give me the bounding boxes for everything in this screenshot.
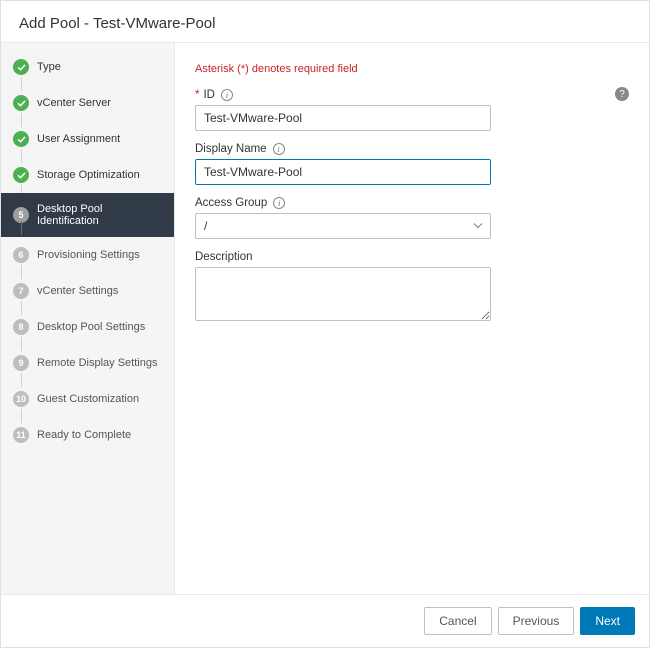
step-label: Desktop Pool Settings (37, 321, 145, 333)
wizard-step[interactable]: Type (1, 49, 174, 85)
step-number-icon: 6 (13, 247, 29, 263)
access-group-label-row: Access Group i (195, 197, 629, 209)
cancel-button[interactable]: Cancel (424, 607, 491, 635)
step-number-icon: 7 (13, 283, 29, 299)
step-label: vCenter Settings (37, 285, 118, 297)
required-asterisk: * (195, 89, 199, 101)
dialog-header: Add Pool - Test-VMware-Pool (1, 1, 649, 43)
wizard-step[interactable]: User Assignment (1, 121, 174, 157)
info-icon[interactable]: i (273, 197, 285, 209)
wizard-step[interactable]: vCenter Server (1, 85, 174, 121)
step-label: Guest Customization (37, 393, 139, 405)
step-connector (21, 221, 22, 235)
wizard-step[interactable]: 7 vCenter Settings (1, 273, 174, 309)
step-number-icon: 9 (13, 355, 29, 371)
field-description: Description (195, 251, 629, 324)
step-label: Desktop Pool Identification (37, 203, 162, 227)
wizard-step[interactable]: 11 Ready to Complete (1, 417, 174, 453)
step-label: Provisioning Settings (37, 249, 140, 261)
description-textarea[interactable] (195, 267, 491, 321)
access-group-select[interactable]: / (195, 213, 491, 239)
step-number-icon: 8 (13, 319, 29, 335)
id-label-row: * ID i (195, 89, 629, 101)
display-name-input[interactable] (195, 159, 491, 185)
field-id: * ID i (195, 89, 629, 131)
step-label: Remote Display Settings (37, 357, 157, 369)
dialog-footer: Cancel Previous Next (1, 594, 649, 647)
wizard-step[interactable]: 10 Guest Customization (1, 381, 174, 417)
display-name-label-row: Display Name i (195, 143, 629, 155)
check-icon (13, 59, 29, 75)
id-label: ID (203, 89, 215, 101)
help-icon[interactable]: ? (615, 87, 629, 101)
step-number-icon: 10 (13, 391, 29, 407)
step-label: Type (37, 61, 61, 73)
step-label: Ready to Complete (37, 429, 131, 441)
access-group-select-wrap: / (195, 213, 491, 239)
access-group-label: Access Group (195, 197, 267, 209)
description-label: Description (195, 251, 253, 263)
id-input[interactable] (195, 105, 491, 131)
field-access-group: Access Group i / (195, 197, 629, 239)
wizard-step[interactable]: Storage Optimization (1, 157, 174, 193)
dialog-title: Add Pool - Test-VMware-Pool (19, 15, 215, 32)
step-label: Storage Optimization (37, 169, 140, 181)
wizard-content: Asterisk (*) denotes required field ? * … (175, 43, 649, 594)
add-pool-dialog: Add Pool - Test-VMware-Pool Type vCenter … (0, 0, 650, 648)
step-label: vCenter Server (37, 97, 111, 109)
display-name-label: Display Name (195, 143, 267, 155)
check-icon (13, 167, 29, 183)
wizard-step[interactable]: 9 Remote Display Settings (1, 345, 174, 381)
check-icon (13, 95, 29, 111)
previous-button[interactable]: Previous (498, 607, 575, 635)
description-label-row: Description (195, 251, 629, 263)
info-icon[interactable]: i (273, 143, 285, 155)
step-number-icon: 11 (13, 427, 29, 443)
next-button[interactable]: Next (580, 607, 635, 635)
check-icon (13, 131, 29, 147)
wizard-step[interactable]: 6 Provisioning Settings (1, 237, 174, 273)
step-label: User Assignment (37, 133, 120, 145)
field-display-name: Display Name i (195, 143, 629, 185)
wizard-step[interactable]: 5Desktop Pool Identification (1, 193, 174, 237)
dialog-body: Type vCenter Server User Assignment Storage… (1, 43, 649, 594)
wizard-sidebar: Type vCenter Server User Assignment Storage… (1, 43, 175, 594)
info-icon[interactable]: i (221, 89, 233, 101)
wizard-step[interactable]: 8 Desktop Pool Settings (1, 309, 174, 345)
required-field-note: Asterisk (*) denotes required field (195, 63, 629, 75)
